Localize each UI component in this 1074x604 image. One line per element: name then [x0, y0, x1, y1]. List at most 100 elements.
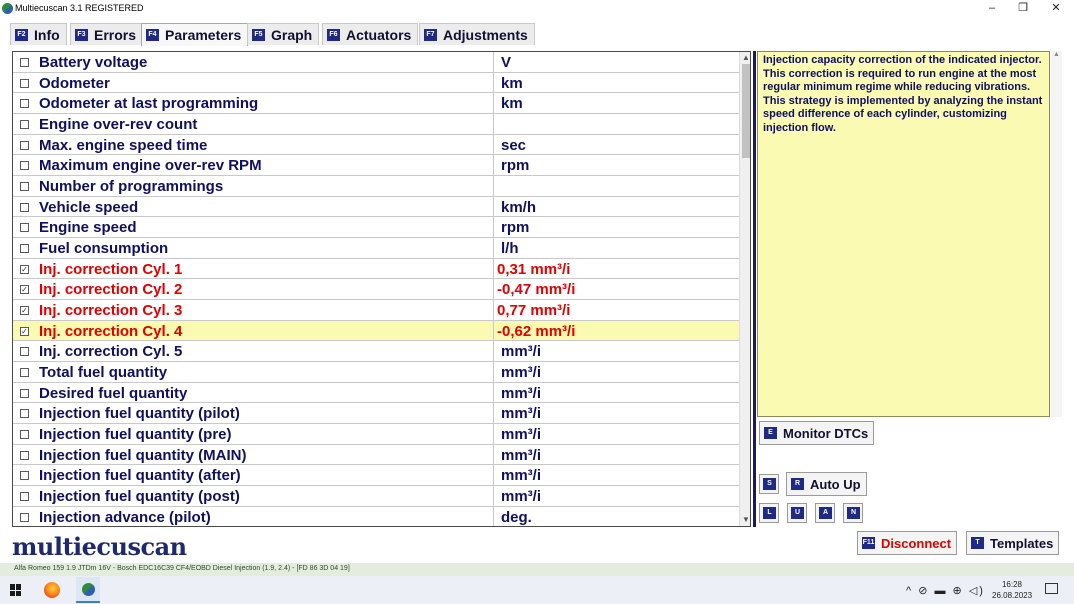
parameter-row[interactable]: Number of programmings: [13, 176, 739, 197]
tab-parameters[interactable]: F4 Parameters: [141, 23, 249, 46]
key-badge: S: [763, 478, 776, 490]
column-divider: [493, 465, 494, 486]
parameter-checkbox[interactable]: [20, 78, 29, 88]
parameter-checkbox[interactable]: [20, 99, 29, 109]
parameter-row[interactable]: Engine over-rev count: [13, 114, 739, 135]
table-scrollbar[interactable]: ▲ ▼: [739, 52, 750, 526]
parameter-checkbox[interactable]: [20, 244, 29, 254]
parameter-row[interactable]: ✓ Inj. correction Cyl. 3 0,77 mm³/i: [13, 300, 739, 321]
parameter-name: Maximum engine over-rev RPM: [39, 157, 262, 175]
parameter-row[interactable]: Inj. correction Cyl. 5 mm³/i: [13, 341, 739, 363]
parameter-row[interactable]: Vehicle speed km/h: [13, 196, 739, 218]
parameter-row[interactable]: Injection fuel quantity (after) mm³/i: [13, 465, 739, 487]
parameter-checkbox[interactable]: [20, 58, 29, 67]
key-badge: T: [971, 537, 984, 549]
parameter-row[interactable]: Injection advance (pilot) deg.: [13, 506, 739, 526]
tab-graph[interactable]: F5 Graph: [247, 23, 320, 45]
maximize-button[interactable]: ❐: [1008, 0, 1038, 17]
parameter-row[interactable]: Odometer km: [13, 72, 739, 94]
parameter-row[interactable]: Injection fuel quantity (pre) mm³/i: [13, 424, 739, 445]
parameter-name: Vehicle speed: [39, 198, 139, 216]
a-button[interactable]: A: [815, 503, 835, 523]
n-button[interactable]: N: [843, 503, 863, 523]
auto-up-button[interactable]: R Auto Up: [786, 472, 867, 496]
parameter-checkbox[interactable]: [20, 182, 29, 192]
description-scrollbar[interactable]: ▲: [1051, 51, 1062, 417]
parameter-row[interactable]: ✓ Inj. correction Cyl. 4 -0,62 mm³/i: [13, 320, 739, 342]
parameter-row[interactable]: Maximum engine over-rev RPM rpm: [13, 155, 739, 176]
l-button[interactable]: L: [759, 503, 779, 523]
s-button[interactable]: S: [759, 474, 779, 494]
parameter-checkbox[interactable]: ✓: [20, 264, 29, 274]
parameter-checkbox[interactable]: [20, 471, 29, 481]
taskbar-clock[interactable]: 16:28 26.08.2023: [992, 579, 1032, 601]
parameter-checkbox[interactable]: [20, 223, 29, 233]
parameter-name: Total fuel quantity: [39, 364, 168, 382]
panel-splitter[interactable]: [753, 51, 756, 527]
parameter-checkbox[interactable]: [20, 388, 29, 398]
system-tray-icons[interactable]: ^ ⊘ ▬ ⊕ ◁): [906, 584, 985, 597]
parameter-checkbox[interactable]: [20, 347, 29, 357]
taskbar-multiecuscan[interactable]: [76, 577, 100, 603]
parameter-value: mm³/i: [501, 467, 542, 485]
parameter-row[interactable]: Battery voltage V: [13, 52, 739, 73]
windows-start-icon[interactable]: [10, 584, 22, 596]
scroll-up-arrow-icon[interactable]: ▲: [740, 52, 750, 64]
scroll-up-arrow-icon[interactable]: ▲: [1051, 51, 1062, 58]
u-button[interactable]: U: [787, 503, 807, 523]
parameter-row[interactable]: Odometer at last programming km: [13, 93, 739, 114]
parameter-row[interactable]: Injection fuel quantity (post) mm³/i: [13, 486, 739, 507]
parameter-row[interactable]: Desired fuel quantity mm³/i: [13, 382, 739, 404]
notifications-icon[interactable]: [1045, 583, 1058, 594]
tab-adjustments[interactable]: F7 Adjustments: [419, 23, 535, 45]
parameter-checkbox[interactable]: [20, 450, 29, 460]
minimize-button[interactable]: –: [977, 0, 1007, 17]
column-divider: [493, 279, 494, 300]
parameter-row[interactable]: ✓ Inj. correction Cyl. 2 -0,47 mm³/i: [13, 279, 739, 301]
parameter-name: Odometer: [39, 74, 110, 92]
column-divider: [493, 93, 494, 113]
templates-button[interactable]: T Templates: [966, 531, 1060, 555]
parameter-row[interactable]: Injection fuel quantity (MAIN) mm³/i: [13, 444, 739, 466]
parameter-row[interactable]: Max. engine speed time sec: [13, 134, 739, 156]
firefox-icon[interactable]: [44, 582, 60, 598]
parameter-checkbox[interactable]: [20, 492, 29, 502]
tab-label: Errors: [94, 26, 137, 43]
close-button[interactable]: ✕: [1041, 0, 1071, 17]
parameter-row[interactable]: Injection fuel quantity (pilot) mm³/i: [13, 403, 739, 425]
column-divider: [493, 134, 494, 155]
parameter-description: Injection capacity correction of the ind…: [757, 51, 1050, 417]
window-title: Multiecuscan 3.1 REGISTERED: [15, 3, 144, 13]
parameter-checkbox[interactable]: ✓: [20, 326, 29, 336]
clock-time: 16:28: [1001, 580, 1023, 589]
parameter-checkbox[interactable]: [20, 140, 29, 150]
key-badge: E: [764, 427, 777, 439]
parameter-checkbox[interactable]: [20, 409, 29, 419]
parameter-name: Injection advance (pilot): [39, 508, 211, 526]
parameter-checkbox[interactable]: [20, 202, 29, 212]
parameter-checkbox[interactable]: [20, 512, 29, 522]
parameter-checkbox[interactable]: [20, 120, 29, 129]
tab-errors[interactable]: F3 Errors: [70, 23, 144, 45]
parameter-name: Fuel consumption: [39, 240, 169, 258]
parameter-checkbox[interactable]: [20, 368, 29, 378]
scroll-down-arrow-icon[interactable]: ▼: [740, 514, 750, 526]
scroll-thumb[interactable]: [742, 64, 750, 158]
parameter-row[interactable]: Total fuel quantity mm³/i: [13, 362, 739, 383]
parameter-checkbox[interactable]: [20, 161, 29, 171]
parameter-name: Injection fuel quantity (MAIN): [39, 446, 247, 464]
parameter-checkbox[interactable]: ✓: [20, 285, 29, 295]
parameter-row[interactable]: Fuel consumption l/h: [13, 238, 739, 259]
parameter-name: Inj. correction Cyl. 3: [39, 302, 183, 320]
tab-actuators[interactable]: F6 Actuators: [322, 23, 419, 45]
parameter-row[interactable]: Engine speed rpm: [13, 217, 739, 239]
key-badge: R: [791, 478, 804, 490]
parameter-checkbox[interactable]: ✓: [20, 306, 29, 316]
parameter-name: Engine speed: [39, 219, 137, 237]
tab-info[interactable]: F2 Info: [10, 23, 67, 45]
monitor-dtcs-button[interactable]: E Monitor DTCs: [759, 421, 875, 445]
disconnect-button[interactable]: F11 Disconnect: [857, 531, 958, 555]
parameter-checkbox[interactable]: [20, 430, 29, 440]
parameter-row[interactable]: ✓ Inj. correction Cyl. 1 0,31 mm³/i: [13, 258, 739, 280]
parameter-value: 0,31 mm³/i: [497, 260, 571, 278]
